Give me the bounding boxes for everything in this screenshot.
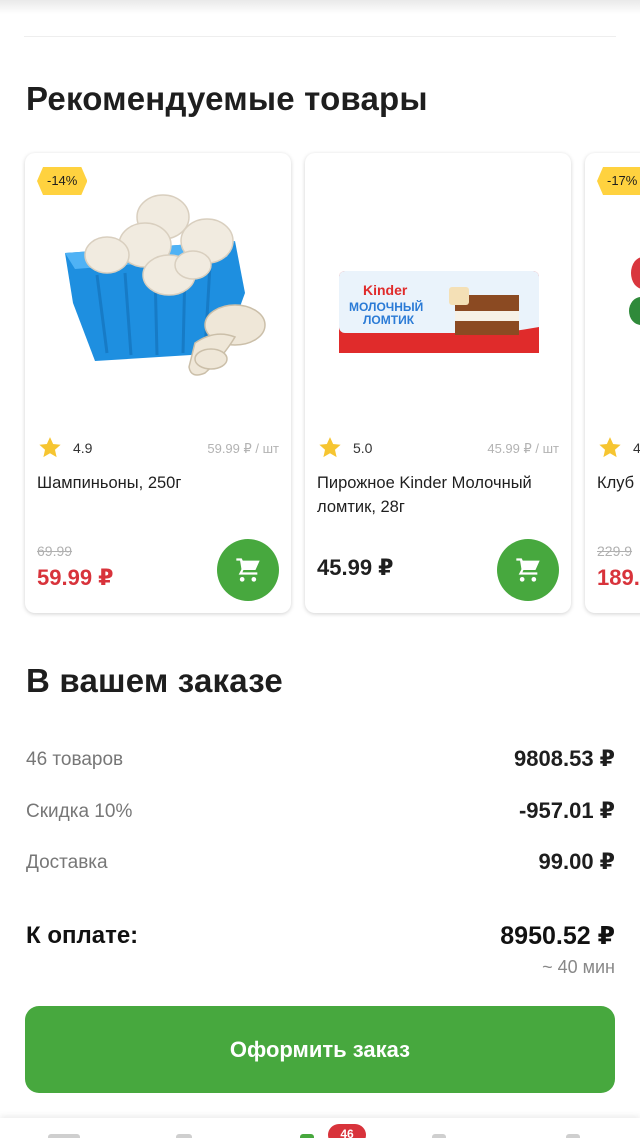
kinder-pack-image: Kinder МОЛОЧНЫЙ ЛОМТИК	[339, 271, 539, 353]
nav-favorites-icon[interactable]	[432, 1134, 446, 1138]
product-name: Клуб	[597, 474, 635, 492]
summary-label: Доставка	[26, 852, 108, 873]
total-value: 8950.52 ₽	[500, 922, 615, 950]
rating-value: 4.9	[73, 440, 93, 456]
sale-price: 189.9	[597, 565, 640, 590]
summary-value: 99.00 ₽	[538, 849, 615, 874]
divider	[24, 36, 616, 37]
pack-line-2: ЛОМТИК	[363, 313, 415, 327]
nav-search-icon[interactable]	[176, 1134, 192, 1138]
recommended-title: Рекомендуемые товары	[26, 80, 428, 117]
bottom-nav	[0, 1118, 640, 1138]
summary-row-discount: Скидка 10% -957.01 ₽	[26, 797, 615, 827]
cart-icon	[516, 558, 540, 582]
star-icon	[39, 437, 61, 458]
product-name: Шампиньоны, 250г	[37, 474, 182, 492]
price: 45.99 ₽	[317, 555, 394, 580]
star-icon	[319, 437, 341, 458]
summary-row-items: 46 товаров 9808.53 ₽	[26, 745, 615, 775]
order-title: В вашем заказе	[26, 662, 283, 699]
unit-price: 45.99 ₽ / шт	[487, 441, 559, 456]
pack-brand: Kinder	[363, 282, 408, 298]
nav-home-icon[interactable]	[48, 1134, 80, 1138]
pack-line-1: МОЛОЧНЫЙ	[349, 299, 423, 314]
add-to-cart-button[interactable]	[217, 539, 279, 601]
unit-price: 59.99 ₽ / шт	[207, 441, 279, 456]
product-card[interactable]: Kinder МОЛОЧНЫЙ ЛОМТИК 5.0 45.99 ₽ / шт …	[305, 153, 571, 613]
top-shadow	[0, 0, 640, 14]
meta-row: 5.0 45.99 ₽ / шт	[317, 435, 559, 461]
summary-label: 46 товаров	[26, 749, 124, 770]
product-name: Пирожное Kinder Молочный ломтик, 28г	[317, 474, 532, 516]
summary-label: Скидка 10%	[26, 801, 133, 822]
summary-row-delivery: Доставка 99.00 ₽	[26, 848, 615, 878]
nav-cart-icon[interactable]	[300, 1134, 314, 1138]
total-label: К оплате:	[26, 922, 139, 949]
cart-count-badge: 46	[328, 1124, 366, 1138]
product-card[interactable]: -14% 4.9 59.99 ₽ / шт Шампиньоны, 250г 6…	[25, 153, 291, 613]
delivery-eta: ~ 40 мин	[542, 957, 615, 977]
old-price: 69.99	[37, 543, 73, 559]
meta-row: 4	[597, 435, 640, 461]
summary-value: -957.01 ₽	[518, 798, 615, 823]
sale-price: 59.99 ₽	[37, 565, 114, 590]
product-card[interactable]: -17% 4 Клуб 229.9 189.9	[585, 153, 640, 613]
mushrooms-image	[65, 194, 266, 376]
old-price: 229.9	[597, 543, 633, 559]
strawberries-image	[629, 257, 640, 325]
checkout-button[interactable]: Оформить заказ	[25, 1006, 615, 1093]
recommended-carousel[interactable]: -14% 4.9 59.99 ₽ / шт Шампиньоны, 250г 6…	[0, 150, 640, 620]
star-icon	[599, 437, 621, 458]
rating-value: 4	[633, 440, 640, 456]
meta-row: 4.9 59.99 ₽ / шт	[37, 435, 279, 461]
summary-value: 9808.53 ₽	[514, 746, 615, 771]
rating-value: 5.0	[353, 440, 373, 456]
nav-profile-icon[interactable]	[566, 1134, 580, 1138]
add-to-cart-button[interactable]	[497, 539, 559, 601]
cart-icon	[236, 558, 260, 582]
discount-badge: -17%	[597, 167, 640, 195]
